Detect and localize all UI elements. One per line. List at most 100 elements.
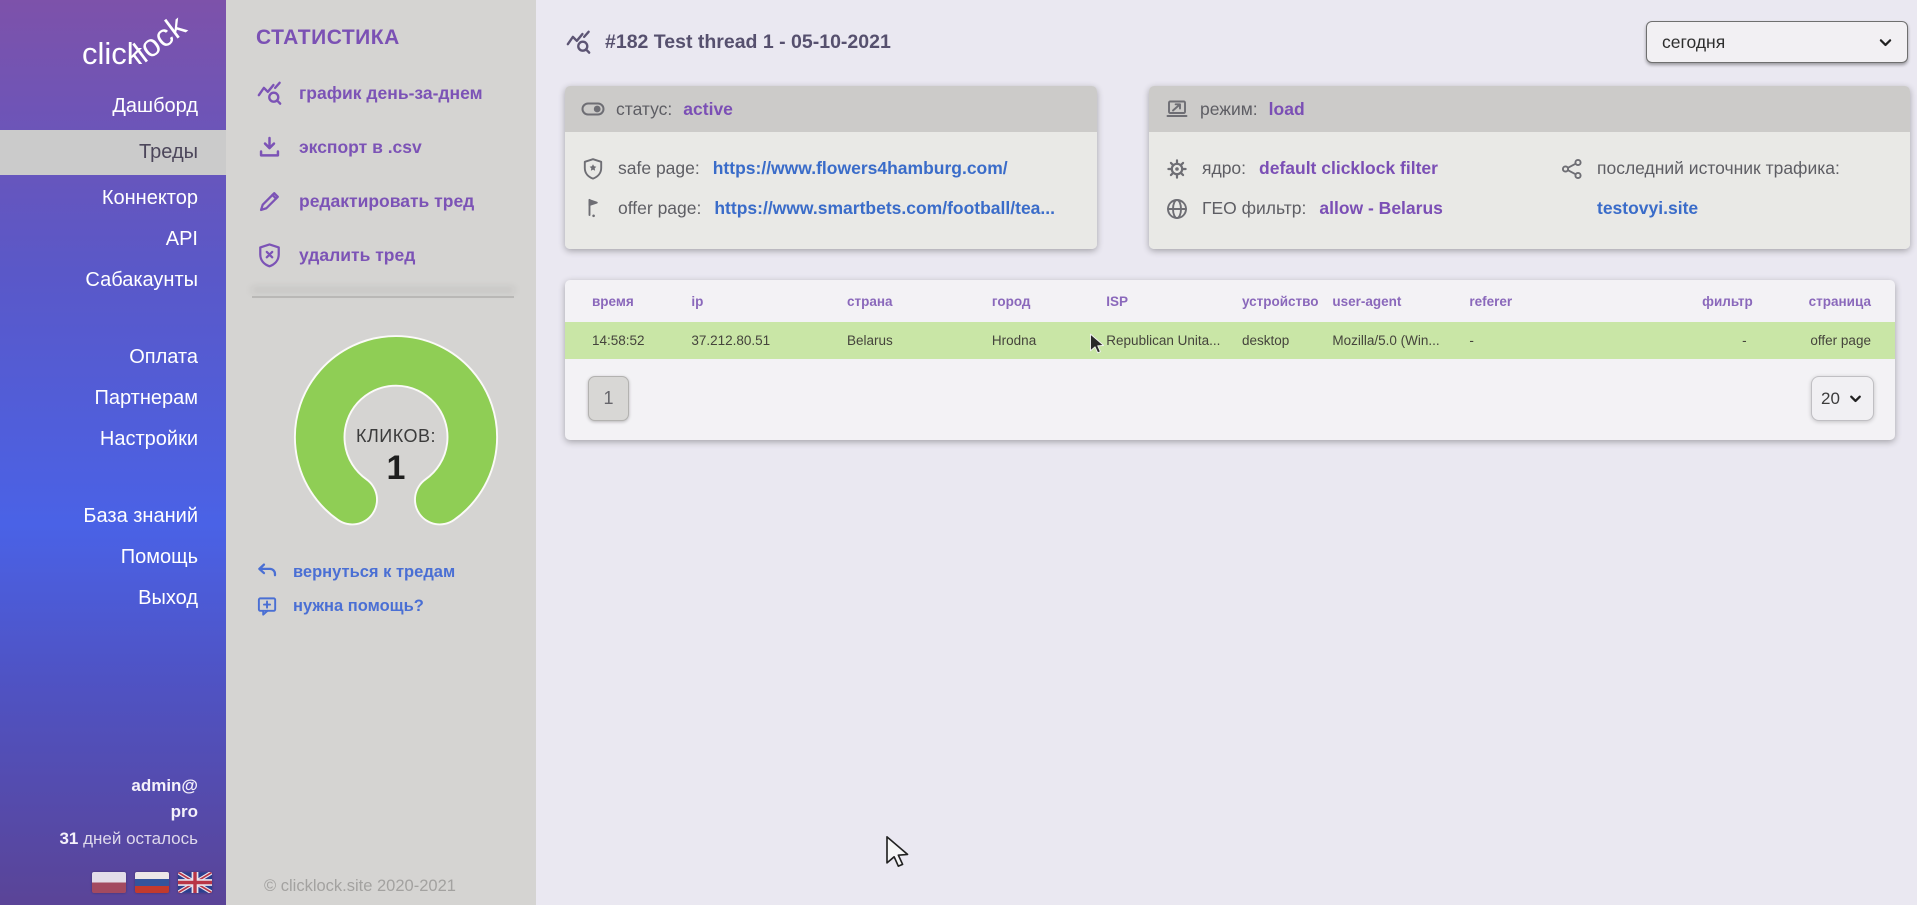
traffic-source-link[interactable]: testovyi.site (1597, 198, 1698, 219)
page-title-text: #182 Test thread 1 - 05-10-2021 (605, 31, 891, 54)
main-content: #182 Test thread 1 - 05-10-2021 сегодня (536, 0, 1917, 905)
clicks-table-card: время ip страна город ISP устройство use… (565, 280, 1895, 440)
sidebar-item-api[interactable]: API (0, 219, 226, 260)
share-icon (1560, 157, 1584, 181)
pagination-page-button[interactable]: 1 (588, 376, 629, 421)
column-header: время (565, 294, 691, 309)
cell-city: Hrodna (992, 333, 1106, 348)
mode-panel-body: ядро: default clicklock filter (1149, 132, 1910, 249)
account-email: admin@ (0, 773, 198, 799)
sidebar-item-threads[interactable]: Треды (0, 130, 226, 175)
sidebar-nav: Дашборд Треды Коннектор API Сабакаунты О… (0, 86, 226, 619)
page-title: #182 Test thread 1 - 05-10-2021 (565, 29, 891, 56)
sidebar-item-settings[interactable]: Настройки (0, 419, 226, 460)
page-size-select[interactable]: 20 (1811, 376, 1874, 421)
account-days-left: 31 дней осталось (0, 826, 198, 852)
cell-user-agent: Mozilla/5.0 (Win... (1332, 333, 1469, 348)
account-plan: pro (0, 799, 198, 825)
cell-ip: 37.212.80.51 (691, 333, 847, 348)
offer-page-label: offer page: (618, 198, 701, 219)
stat-link-label: нужна помощь? (293, 597, 424, 616)
offer-page-link[interactable]: https://www.smartbets.com/football/tea..… (714, 198, 1055, 219)
menu-item-edit-thread[interactable]: редактировать тред (256, 188, 536, 215)
language-switcher (0, 852, 226, 905)
sidebar: click lock Дашборд Треды Коннектор API С… (0, 0, 226, 905)
shield-star-icon (581, 157, 605, 181)
mode-panel-right: последний источник трафика: testovyi.sit… (1560, 142, 1894, 235)
flag-icon (581, 197, 605, 221)
page-size-value: 20 (1821, 389, 1840, 409)
chevron-down-icon (1877, 34, 1894, 51)
chart-search-icon (256, 80, 283, 107)
status-panel-header: статус: active (565, 86, 1097, 132)
uk-flag-icon[interactable] (178, 872, 212, 893)
divider (252, 296, 514, 298)
info-panels: статус: active safe page: https://www.fl… (565, 86, 1910, 249)
gauge-value: 1 (293, 449, 499, 488)
sidebar-item-knowledge-base[interactable]: База знаний (0, 496, 226, 537)
status-value: active (683, 99, 733, 120)
menu-item-label: экспорт в .csv (299, 137, 422, 158)
menu-item-export-csv[interactable]: экспорт в .csv (256, 134, 536, 161)
core-row: ядро: default clicklock filter (1165, 155, 1560, 182)
menu-item-label: редактировать тред (299, 191, 474, 212)
menu-item-delete-thread[interactable]: удалить тред (256, 242, 536, 269)
column-header: устройство (1242, 294, 1332, 309)
account-info: admin@ pro 31 дней осталось (0, 773, 226, 852)
status-panel: статус: active safe page: https://www.fl… (565, 86, 1097, 249)
menu-item-day-by-day-chart[interactable]: график день-за-днем (256, 80, 536, 107)
undo-icon (256, 561, 279, 584)
poland-flag-icon[interactable] (92, 872, 126, 893)
sidebar-item-dashboard[interactable]: Дашборд (0, 86, 226, 127)
menu-item-label: график день-за-днем (299, 83, 483, 104)
mode-panel-left: ядро: default clicklock filter (1165, 142, 1560, 235)
clicks-gauge: КЛИКОВ: 1 (293, 334, 499, 527)
table-footer: 1 20 (565, 359, 1895, 440)
gauge-label: КЛИКОВ: (293, 426, 499, 447)
period-select-value: сегодня (1662, 32, 1725, 53)
table-row[interactable]: 14:58:52 37.212.80.51 Belarus Hrodna Rep… (565, 322, 1895, 359)
column-header: город (992, 294, 1106, 309)
back-to-threads-link[interactable]: вернуться к тредам (256, 561, 536, 584)
cell-page: offer page (1793, 333, 1895, 348)
column-header: страница (1793, 294, 1895, 309)
sidebar-item-help[interactable]: Помощь (0, 537, 226, 578)
menu-item-label: удалить тред (299, 245, 415, 266)
sidebar-item-partners[interactable]: Партнерам (0, 378, 226, 419)
column-header: фильтр (1702, 294, 1792, 309)
offer-page-row: offer page: https://www.smartbets.com/fo… (581, 195, 1081, 222)
russia-flag-icon[interactable] (135, 872, 169, 893)
mode-panel-header: режим: load (1149, 86, 1910, 132)
status-label: статус: (616, 99, 672, 120)
safe-page-link[interactable]: https://www.flowers4hamburg.com/ (713, 158, 1008, 179)
column-header: referer (1469, 294, 1702, 309)
app-logo[interactable]: click lock (0, 10, 226, 86)
sidebar-item-subaccounts[interactable]: Сабакаунты (0, 260, 226, 301)
period-select[interactable]: сегодня (1646, 21, 1908, 63)
sidebar-item-logout[interactable]: Выход (0, 578, 226, 619)
sidebar-item-connector[interactable]: Коннектор (0, 178, 226, 219)
cell-country: Belarus (847, 333, 992, 348)
core-value: default clicklock filter (1259, 158, 1438, 179)
sidebar-item-payment[interactable]: Оплата (0, 337, 226, 378)
table-header-row: время ip страна город ISP устройство use… (565, 280, 1895, 322)
cell-referer: - (1469, 333, 1702, 348)
gauge-text: КЛИКОВ: 1 (293, 426, 499, 488)
chevron-down-icon (1847, 390, 1864, 407)
status-panel-body: safe page: https://www.flowers4hamburg.c… (565, 132, 1097, 249)
cell-time: 14:58:52 (565, 333, 691, 348)
mode-export-icon (1165, 97, 1189, 121)
pencil-icon (256, 188, 283, 215)
need-help-link[interactable]: нужна помощь? (256, 595, 536, 618)
safe-page-label: safe page: (618, 158, 700, 179)
main-header: #182 Test thread 1 - 05-10-2021 сегодня (565, 21, 1910, 63)
stat-links: вернуться к тредам нужна помощь? (256, 561, 536, 618)
statistics-title: СТАТИСТИКА (256, 26, 536, 50)
cell-filter: - (1702, 333, 1792, 348)
traffic-source-row: последний источник трафика: (1560, 155, 1894, 182)
app-root: click lock Дашборд Треды Коннектор API С… (0, 0, 1917, 905)
core-label: ядро: (1202, 158, 1246, 179)
stat-link-label: вернуться к тредам (293, 563, 455, 582)
geo-filter-row: ГЕО фильтр: allow - Belarus (1165, 195, 1560, 222)
traffic-source-value-row: testovyi.site (1597, 195, 1894, 222)
